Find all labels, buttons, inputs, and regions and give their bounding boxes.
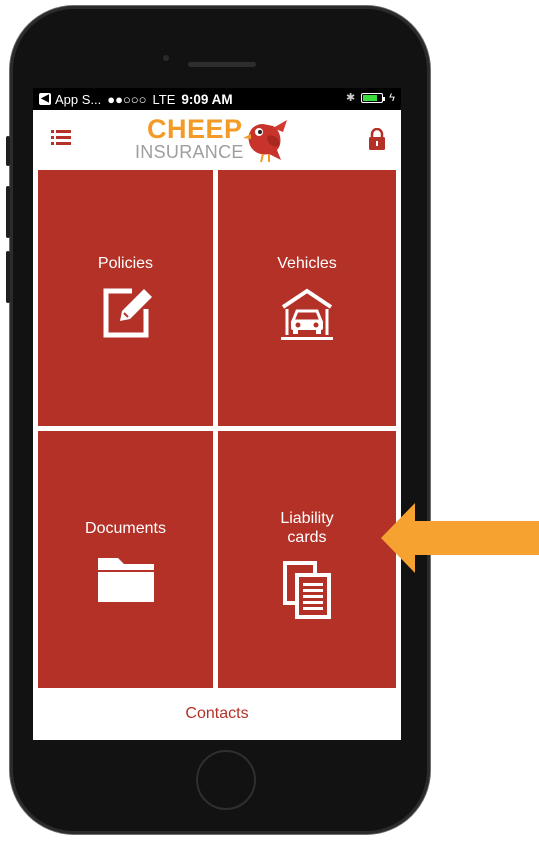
back-to-app-icon[interactable]: ◀ <box>39 93 51 105</box>
battery-level <box>363 94 378 101</box>
battery-icon <box>361 92 386 103</box>
earpiece-speaker <box>188 62 256 67</box>
front-camera <box>163 55 169 61</box>
copy-documents-icon <box>283 561 331 619</box>
app-screen: ◀ App S... ●●○○○ LTE 9:09 AM ✱ ϟ CHEEP I… <box>33 88 401 740</box>
folder-icon <box>97 558 154 602</box>
mute-switch <box>6 136 10 166</box>
menu-tiles-grid: Policies Vehicles Documents Liability ca… <box>38 170 396 688</box>
edit-icon <box>103 288 152 338</box>
tile-vehicles[interactable]: Vehicles <box>218 170 396 426</box>
bird-mascot-icon <box>243 120 287 163</box>
signal-strength: ●●○○○ <box>107 91 147 107</box>
app-header: CHEEP INSURANCE <box>33 110 401 168</box>
tile-documents-label: Documents <box>85 520 166 537</box>
annotation-arrow-icon <box>381 503 539 573</box>
cheep-insurance-logo: CHEEP INSURANCE <box>133 114 293 168</box>
tile-liability-cards-label: Liability cards <box>280 510 334 546</box>
tile-liability-cards[interactable]: Liability cards <box>218 431 396 688</box>
tile-policies[interactable]: Policies <box>38 170 213 426</box>
logo-insurance-text: INSURANCE <box>135 142 244 162</box>
home-button[interactable] <box>196 750 256 810</box>
bluetooth-icon: ✱ <box>345 92 356 104</box>
tile-documents[interactable]: Documents <box>38 431 213 688</box>
back-app-label[interactable]: App S... <box>55 92 101 107</box>
logo-cheep-text: CHEEP <box>147 114 243 144</box>
status-time: 9:09 AM <box>181 91 233 107</box>
status-bar: ◀ App S... ●●○○○ LTE 9:09 AM ✱ ϟ <box>33 88 401 110</box>
tile-policies-label: Policies <box>97 255 154 272</box>
lock-icon[interactable] <box>369 127 385 150</box>
contacts-link[interactable]: Contacts <box>33 693 401 735</box>
tile-vehicles-label: Vehicles <box>277 255 337 272</box>
list-menu-icon[interactable] <box>51 130 71 146</box>
garage-car-icon <box>281 288 333 340</box>
charging-icon: ϟ <box>389 91 395 104</box>
volume-down-button <box>6 251 10 303</box>
network-type: LTE <box>152 91 176 107</box>
volume-up-button <box>6 186 10 238</box>
